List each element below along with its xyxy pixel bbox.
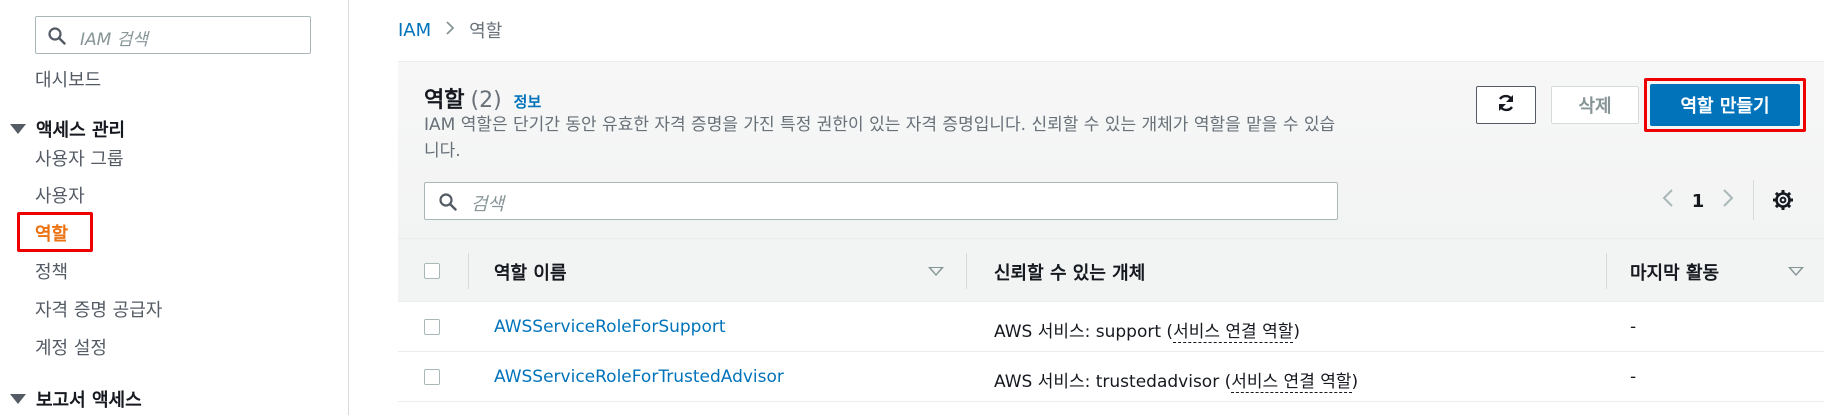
table-row: AWSServiceRoleForTrustedAdvisor AWS 서비스:… xyxy=(398,352,1824,402)
info-link[interactable]: 정보 xyxy=(514,91,542,112)
row-checkbox[interactable] xyxy=(424,319,440,335)
table-row: AWSServiceRoleForSupport AWS 서비스: suppor… xyxy=(398,302,1824,352)
roles-search-placeholder: 검색 xyxy=(471,194,505,215)
row-checkbox[interactable] xyxy=(424,369,440,385)
page-title: 역할 xyxy=(424,88,465,113)
roles-panel: 역할 (2) 정보 IAM 역할은 단기간 동안 유효한 자격 증명을 가진 특… xyxy=(398,62,1824,414)
create-role-highlight-box xyxy=(1644,78,1806,132)
sidebar-item-dashboard[interactable]: 대시보드 xyxy=(35,66,101,92)
sidebar-item-account-settings[interactable]: 계정 설정 xyxy=(35,334,107,360)
chevron-left-icon[interactable] xyxy=(1653,186,1683,216)
sidebar: IAM 검색 대시보드 액세스 관리 사용자 그룹 사용자 역할 정책 자격 증… xyxy=(0,0,349,415)
sidebar-section-label: 액세스 관리 xyxy=(36,120,126,141)
panel-description: IAM 역할은 단기간 동안 유효한 자격 증명을 가진 특정 권한이 있는 자… xyxy=(424,115,1336,161)
divider xyxy=(966,253,967,289)
trusted-entity-suffix: ) xyxy=(1293,322,1300,342)
divider xyxy=(1606,253,1607,289)
last-activity: - xyxy=(1630,367,1637,387)
search-icon xyxy=(48,27,66,49)
trusted-entity-prefix: AWS 서비스: trustedadvisor ( xyxy=(994,372,1232,392)
trusted-entity-suffix: ) xyxy=(1351,372,1359,392)
sidebar-item-policies[interactable]: 정책 xyxy=(35,258,68,284)
sidebar-item-users[interactable]: 사용자 xyxy=(35,182,85,208)
column-header-trusted-entities[interactable]: 신뢰할 수 있는 개체 xyxy=(994,259,1145,285)
roles-search-input[interactable]: 검색 xyxy=(424,182,1338,220)
column-header-role-name[interactable]: 역할 이름 xyxy=(494,259,567,285)
sidebar-section-access-reports[interactable]: 보고서 액세스 xyxy=(10,386,142,412)
panel-title-row: 역할 (2) 정보 xyxy=(424,82,541,114)
chevron-right-icon xyxy=(445,20,455,41)
service-linked-role-tooltip[interactable]: 서비스 연결 역할 xyxy=(1231,372,1352,393)
trusted-entity-prefix: AWS 서비스: support ( xyxy=(994,322,1174,342)
divider xyxy=(468,253,469,289)
table-header: 역할 이름 신뢰할 수 있는 개체 마지막 활동 xyxy=(398,238,1824,302)
column-header-last-activity[interactable]: 마지막 활동 xyxy=(1630,259,1719,285)
select-all-checkbox[interactable] xyxy=(424,263,440,279)
role-name-link[interactable]: AWSServiceRoleForTrustedAdvisor xyxy=(494,367,784,387)
role-count: (2) xyxy=(470,88,502,113)
sort-icon[interactable] xyxy=(928,267,944,276)
gear-icon[interactable] xyxy=(1772,189,1794,215)
roles-highlight-box xyxy=(17,212,93,252)
service-linked-role-tooltip[interactable]: 서비스 연결 역할 xyxy=(1173,322,1294,343)
sidebar-section-label: 보고서 액세스 xyxy=(36,390,142,411)
pagination: 1 xyxy=(1653,186,1743,216)
refresh-icon xyxy=(1496,93,1516,117)
breadcrumb-current: 역할 xyxy=(469,21,503,42)
sidebar-item-identity-providers[interactable]: 자격 증명 공급자 xyxy=(35,296,162,322)
sidebar-section-access-management[interactable]: 액세스 관리 xyxy=(10,116,125,142)
caret-down-icon xyxy=(10,124,26,134)
panel-header: 역할 (2) 정보 IAM 역할은 단기간 동안 유효한 자격 증명을 가진 특… xyxy=(398,62,1824,238)
last-activity: - xyxy=(1630,317,1637,337)
trusted-entity: AWS 서비스: trustedadvisor (서비스 연결 역할) xyxy=(994,367,1359,393)
delete-button[interactable]: 삭제 xyxy=(1551,86,1639,124)
sidebar-item-user-groups[interactable]: 사용자 그룹 xyxy=(35,145,124,171)
role-name-link[interactable]: AWSServiceRoleForSupport xyxy=(494,317,726,337)
breadcrumb-iam-link[interactable]: IAM xyxy=(398,20,431,41)
breadcrumb: IAM 역할 xyxy=(398,17,502,43)
trusted-entity: AWS 서비스: support (서비스 연결 역할) xyxy=(994,317,1300,343)
search-icon xyxy=(439,193,457,215)
caret-down-icon xyxy=(10,394,26,404)
chevron-right-icon[interactable] xyxy=(1713,186,1743,216)
sidebar-search-input[interactable]: IAM 검색 xyxy=(35,16,311,54)
sidebar-search-placeholder: IAM 검색 xyxy=(80,30,148,50)
divider xyxy=(1753,180,1754,220)
refresh-button[interactable] xyxy=(1476,86,1536,124)
page-number[interactable]: 1 xyxy=(1683,191,1713,212)
sort-icon[interactable] xyxy=(1788,267,1804,276)
